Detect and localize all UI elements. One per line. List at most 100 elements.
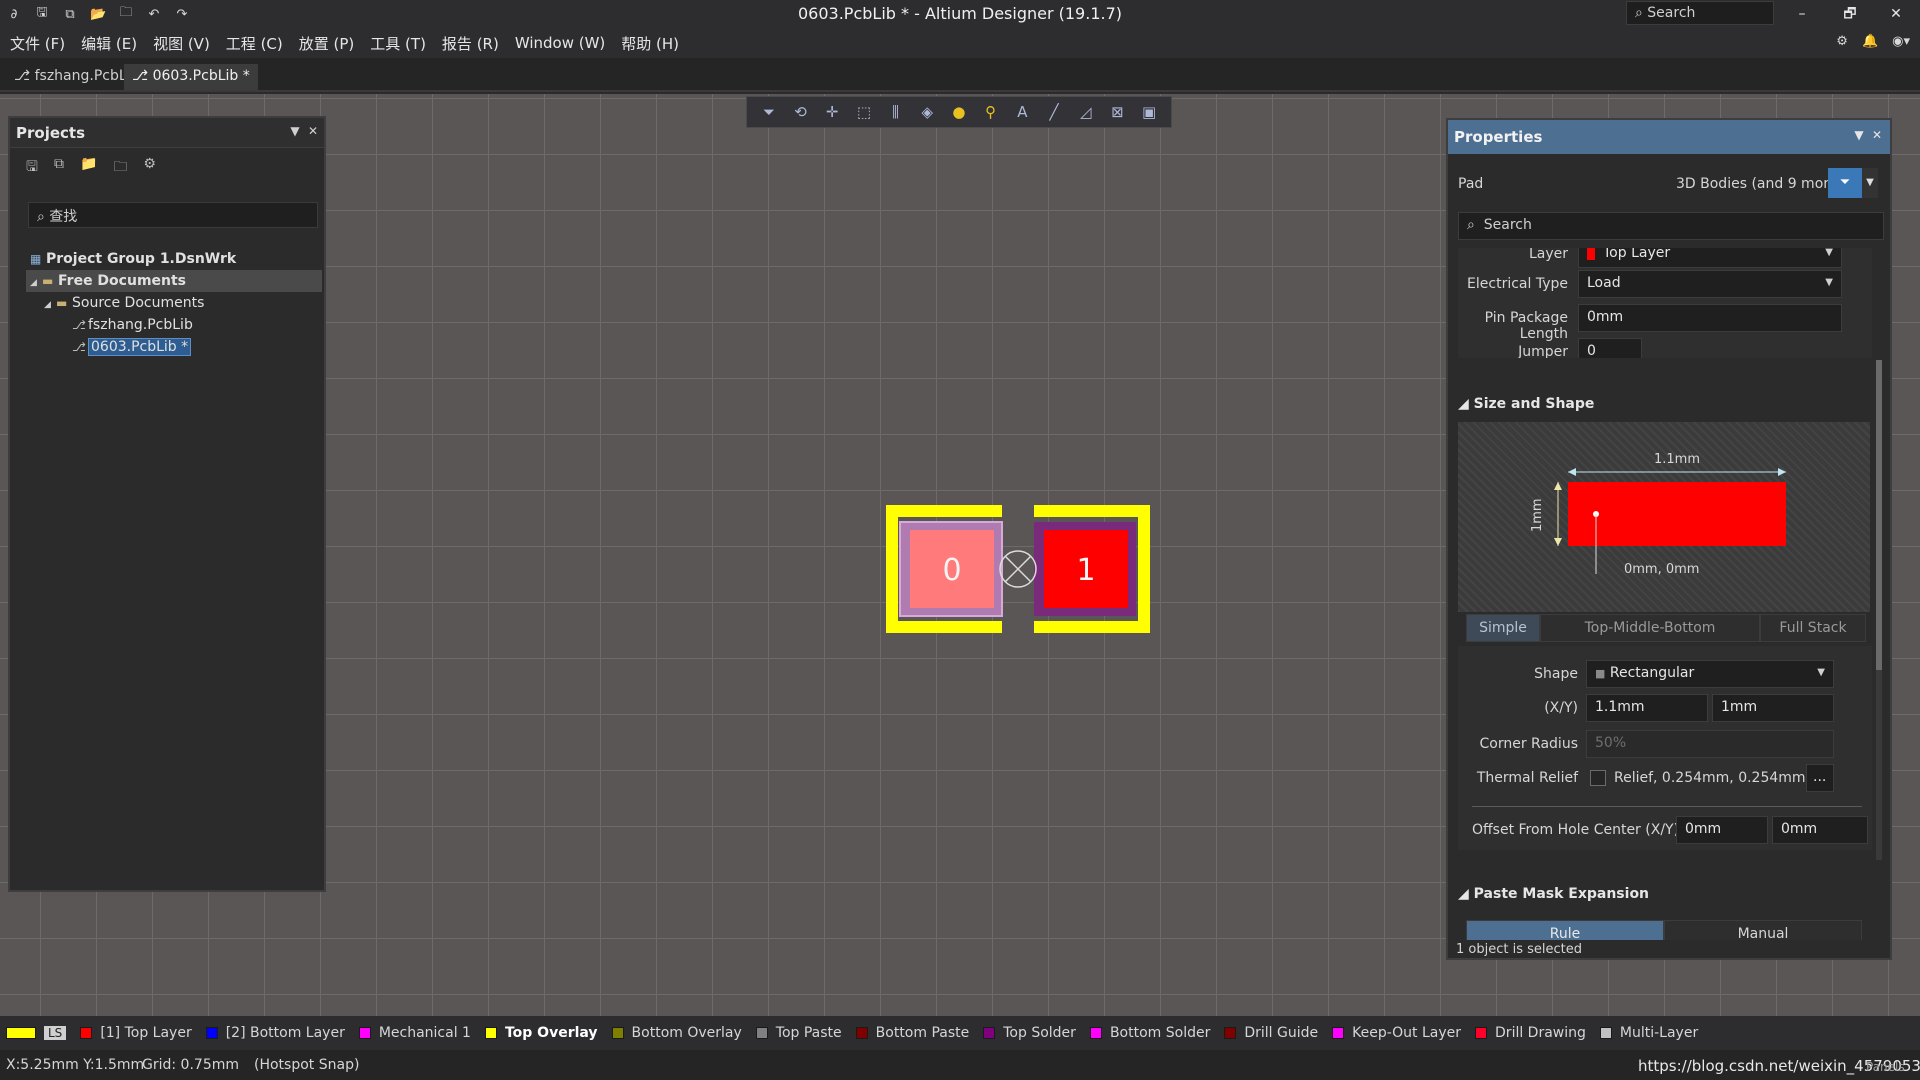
section-collapse-icon: ◢ (1458, 396, 1469, 412)
align-icon[interactable]: ⫼ (885, 103, 907, 121)
pin-package-length-input[interactable]: 0mm (1578, 304, 1842, 332)
properties-panel: Properties ▼ ✕ Pad 3D Bodies (and 9 more… (1446, 118, 1892, 960)
menu-tools[interactable]: 工具 (T) (370, 33, 426, 54)
jumper-stepper[interactable]: 0 (1578, 338, 1642, 358)
user-icon[interactable]: ◉▾ (1892, 34, 1910, 49)
close-project-icon[interactable]: 🗀 (113, 156, 127, 175)
tree-item-label: Project Group 1.DsnWrk (46, 251, 237, 267)
gear-icon[interactable]: ⚙ (1836, 34, 1848, 49)
size-y-input[interactable]: 1mm (1712, 694, 1834, 722)
string-icon[interactable]: A (1011, 103, 1033, 121)
bell-icon[interactable]: 🔔 (1862, 34, 1878, 49)
tree-item-project-group[interactable]: ▦ Project Group 1.DsnWrk (26, 248, 322, 270)
chevron-down-icon: ▼ (1866, 177, 1874, 188)
tab-manual[interactable]: Manual (1664, 920, 1862, 940)
folder-icon[interactable]: 📁 (80, 156, 97, 174)
menu-window[interactable]: Window (W) (515, 34, 605, 52)
open-icon[interactable]: 📂 (90, 7, 106, 22)
save-icon[interactable]: 🖫 (26, 156, 38, 175)
layer-tab-bottom-paste[interactable]: Bottom Paste (855, 1025, 969, 1041)
layer-tab-multi-layer[interactable]: Multi-Layer (1599, 1025, 1698, 1041)
tab-top-middle-bottom[interactable]: Top-Middle-Bottom (1540, 614, 1760, 642)
minimize-button[interactable]: – (1780, 0, 1824, 28)
layer-tab-mechanical-1[interactable]: Mechanical 1 (358, 1025, 471, 1041)
layer-tab-bottom-solder[interactable]: Bottom Solder (1089, 1025, 1210, 1041)
select-rect-icon[interactable]: ⬚ (853, 103, 875, 121)
collapse-arrow-icon[interactable]: ◢ (30, 272, 42, 294)
properties-scrollbar[interactable] (1876, 360, 1882, 860)
size-shape-section-title[interactable]: ◢ Size and Shape (1458, 396, 1594, 412)
panel-menu-icon[interactable]: ▼ (1854, 128, 1863, 142)
open-project-icon[interactable]: 🗀 (118, 3, 134, 25)
filter-dropdown-button[interactable]: ▼ (1862, 168, 1878, 198)
dimension-icon[interactable]: ⊠ (1106, 103, 1128, 121)
layer-set-ls[interactable]: LS (6, 1026, 67, 1040)
menu-reports[interactable]: 报告 (R) (442, 33, 499, 54)
tab-0603-pcblib[interactable]: ⎇ 0603.PcbLib * (124, 64, 258, 90)
layer-tab-top-solder[interactable]: Top Solder (983, 1025, 1076, 1041)
layer-tab-top-layer[interactable]: [1] Top Layer (80, 1025, 192, 1041)
thermal-relief-more-button[interactable]: ... (1806, 764, 1834, 792)
projects-search-input[interactable]: ⌕ 查找 (28, 202, 318, 228)
tab-rule[interactable]: Rule (1466, 920, 1664, 940)
layer-tab-top-paste[interactable]: Top Paste (755, 1025, 842, 1041)
move-icon[interactable]: ✛ (821, 103, 843, 121)
save-icon[interactable]: 🖫 (34, 3, 50, 25)
pad-1-designator: 1 (1076, 553, 1095, 588)
panel-close-icon[interactable]: ✕ (308, 124, 318, 138)
layer-select[interactable]: Top Layer (1578, 248, 1842, 268)
redo-icon[interactable]: ↷ (174, 7, 190, 22)
panel-close-icon[interactable]: ✕ (1872, 128, 1882, 142)
tree-item-free-documents[interactable]: ◢ ▬ Free Documents (26, 270, 322, 292)
layer-tab-drill-guide[interactable]: Drill Guide (1224, 1025, 1318, 1041)
region-icon[interactable]: ▣ (1138, 103, 1160, 121)
layer-color-swatch (1599, 1027, 1612, 1039)
filter-icon[interactable]: ⏷ (758, 103, 780, 121)
pad-icon[interactable]: ● (948, 103, 970, 121)
collapse-arrow-icon[interactable]: ◢ (44, 294, 56, 316)
save-all-icon[interactable]: ⧉ (62, 7, 78, 22)
tab-full-stack[interactable]: Full Stack (1760, 614, 1866, 642)
size-x-input[interactable]: 1.1mm (1586, 694, 1708, 722)
menu-file[interactable]: 文件 (F) (10, 33, 65, 54)
footprint-drawing[interactable]: 0 1 (880, 504, 1156, 634)
electrical-type-label: Electrical Type (1467, 276, 1568, 292)
electrical-type-select[interactable]: Load (1578, 270, 1842, 298)
menu-view[interactable]: 视图 (V) (153, 33, 210, 54)
tree-item-0603-pcblib[interactable]: ⎇ 0603.PcbLib * (26, 336, 322, 358)
via-icon[interactable]: ⚲ (980, 103, 1002, 121)
menu-edit[interactable]: 编辑 (E) (81, 33, 137, 54)
scrollbar-thumb[interactable] (1876, 360, 1882, 670)
layer-tab-keep-out-layer[interactable]: Keep-Out Layer (1332, 1025, 1461, 1041)
restore-button[interactable]: 🗗 (1828, 0, 1872, 28)
interactive-route-icon[interactable]: ⟲ (790, 103, 812, 121)
offset-y-input[interactable]: 0mm (1772, 816, 1868, 844)
paste-mask-section-title[interactable]: ◢ Paste Mask Expansion (1458, 886, 1649, 902)
undo-icon[interactable]: ↶ (146, 7, 162, 22)
tree-item-fszhang-pcblib[interactable]: ⎇ fszhang.PcbLib (26, 314, 322, 336)
line-icon[interactable]: ╱ (1043, 103, 1065, 121)
menu-help[interactable]: 帮助 (H) (621, 33, 679, 54)
thermal-relief-checkbox[interactable] (1590, 770, 1606, 786)
filter-button[interactable]: ⏷ (1828, 168, 1862, 198)
offset-x-input[interactable]: 0mm (1676, 816, 1768, 844)
layer-tab-drill-drawing[interactable]: Drill Drawing (1475, 1025, 1586, 1041)
filter-summary[interactable]: 3D Bodies (and 9 more) (1676, 176, 1843, 192)
panel-menu-icon[interactable]: ▼ (290, 124, 299, 138)
shape-select[interactable]: ■ Rectangular (1586, 660, 1834, 688)
keepout-icon[interactable]: ◿ (1075, 103, 1097, 121)
gear-icon[interactable]: ⚙ (143, 156, 156, 174)
menu-project[interactable]: 工程 (C) (226, 33, 283, 54)
tab-simple[interactable]: Simple (1466, 614, 1540, 642)
layer-tab-bottom-layer[interactable]: [2] Bottom Layer (205, 1025, 345, 1041)
menu-place[interactable]: 放置 (P) (299, 33, 355, 54)
properties-search-input[interactable]: ⌕ Search (1458, 212, 1884, 240)
close-button[interactable]: ✕ (1874, 0, 1918, 28)
layer-tab-bottom-overlay[interactable]: Bottom Overlay (611, 1025, 742, 1041)
layer-tab-top-overlay[interactable]: Top Overlay (484, 1025, 598, 1041)
panels-button[interactable]: Panels (1866, 1060, 1905, 1074)
component-icon[interactable]: ◈ (916, 103, 938, 121)
copy-icon[interactable]: ⧉ (54, 156, 64, 174)
global-search-input[interactable]: ⌕ Search (1626, 1, 1774, 25)
tree-item-source-documents[interactable]: ◢ ▬ Source Documents (26, 292, 322, 314)
